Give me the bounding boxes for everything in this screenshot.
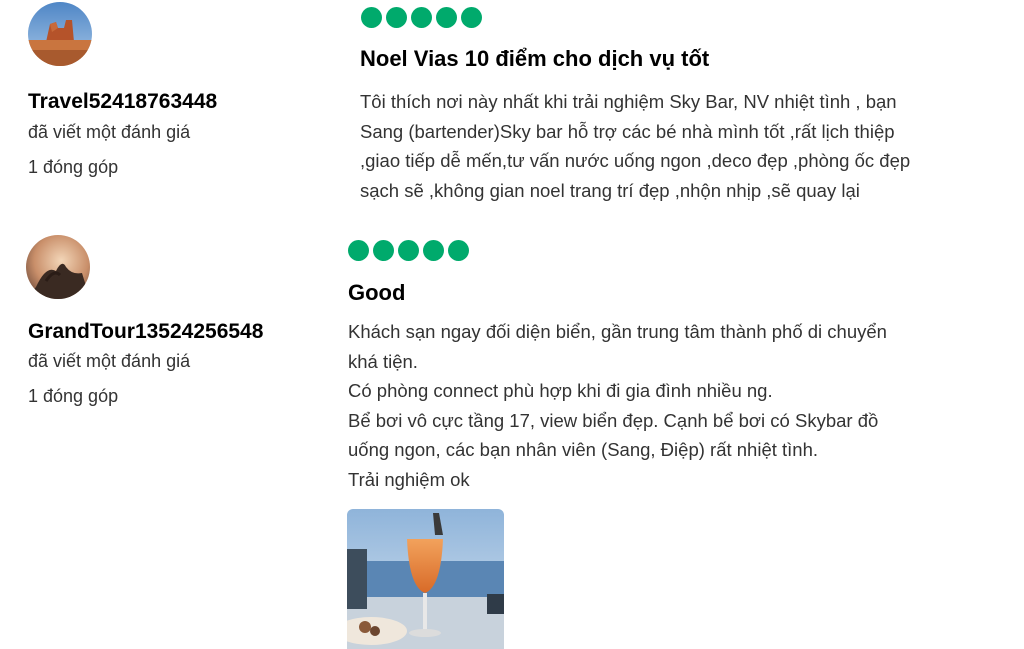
review-title[interactable]: Good [348, 280, 405, 306]
rating-bubble-icon [386, 7, 407, 28]
review-card: GrandTour13524256548 đã viết một đánh gi… [0, 225, 1024, 649]
rating-bubbles [348, 240, 469, 261]
user-avatar[interactable] [26, 235, 90, 299]
rating-bubble-icon [461, 7, 482, 28]
user-avatar[interactable] [28, 2, 92, 66]
review-body-line: uống ngon, các bạn nhân viên (Sang, Điệp… [348, 439, 819, 460]
review-body-line: Khách sạn ngay đối diện biển, gần trung … [348, 321, 887, 342]
rating-bubble-icon [423, 240, 444, 261]
review-body-line: sạch sẽ ,không gian noel trang trí đẹp ,… [360, 179, 860, 201]
silhouette-sunset-avatar-image [26, 235, 90, 299]
review-body: Tôi thích nơi này nhất khi trải nghiệm S… [360, 87, 1010, 205]
desert-butte-avatar-image [28, 2, 92, 66]
contributions-count: 1 đóng góp [28, 157, 119, 177]
rating-bubble-icon [411, 7, 432, 28]
review-body-line: Tôi thích nơi này nhất khi trải nghiệm S… [360, 91, 897, 112]
contributions-count: 1 đóng góp [28, 386, 119, 406]
cocktail-photo-image [347, 509, 504, 649]
review-body-line: ,giao tiếp dễ mến,tư vấn nước uống ngon … [360, 150, 911, 171]
reviews-written-text: đã viết một đánh giá [28, 122, 191, 142]
username-link[interactable]: Travel52418763448 [28, 90, 217, 114]
review-body-line: Trải nghiệm ok [348, 468, 470, 490]
review-body-line: Bể bơi vô cực tầng 17, view biển đẹp. Cạ… [348, 409, 879, 431]
review-card: Travel52418763448 đã viết một đánh giá 1… [0, 0, 1024, 225]
rating-bubbles [361, 7, 482, 28]
review-title[interactable]: Noel Vias 10 điểm cho dịch vụ tốt [360, 46, 709, 72]
review-body-line: khá tiện. [348, 350, 418, 372]
rating-bubble-icon [373, 240, 394, 261]
rating-bubble-icon [448, 240, 469, 261]
review-body-line: Sang (bartender)Sky bar hỗ trợ các bé nh… [360, 120, 895, 142]
reviews-written-text: đã viết một đánh giá [28, 351, 191, 371]
rating-bubble-icon [348, 240, 369, 261]
rating-bubble-icon [398, 240, 419, 261]
username-link[interactable]: GrandTour13524256548 [28, 320, 263, 344]
review-photo[interactable] [347, 509, 504, 649]
review-body: Khách sạn ngay đối diện biển, gần trung … [348, 317, 968, 494]
rating-bubble-icon [436, 7, 457, 28]
rating-bubble-icon [361, 7, 382, 28]
review-body-line: Có phòng connect phù hợp khi đi gia đình… [348, 380, 773, 401]
